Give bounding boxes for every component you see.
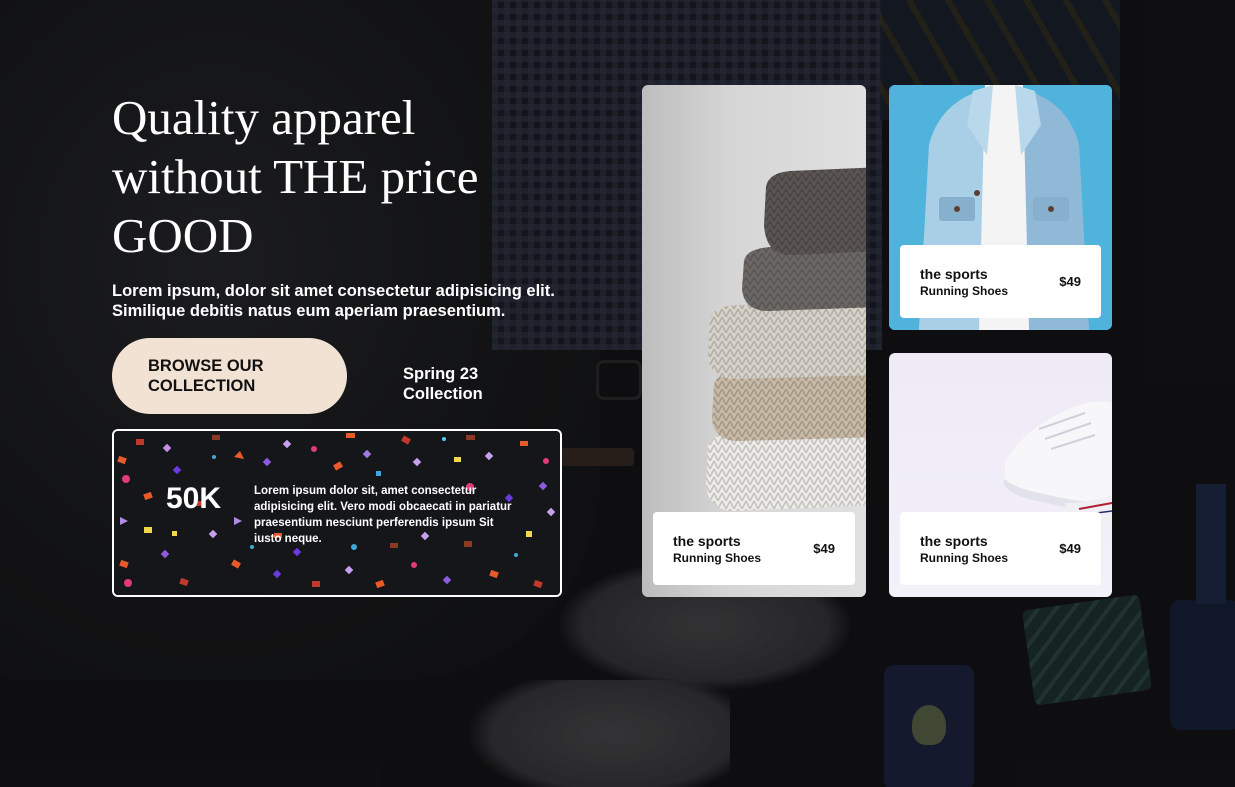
product-price: $49 bbox=[813, 541, 835, 556]
stats-description: Lorem ipsum dolor sit, amet consectetur … bbox=[254, 485, 512, 545]
product-price: $49 bbox=[1059, 274, 1081, 289]
hero-title: Quality apparel without THE price GOOD bbox=[112, 90, 479, 263]
product-title: the sports bbox=[920, 533, 988, 549]
product-title: the sports bbox=[673, 533, 741, 549]
browse-collection-button[interactable]: BROWSE OUR COLLECTION bbox=[112, 338, 347, 414]
product-info: the sports Running Shoes $49 bbox=[900, 512, 1101, 585]
product-info: the sports Running Shoes $49 bbox=[900, 245, 1101, 318]
stats-number: 50K bbox=[166, 482, 222, 515]
product-card[interactable]: the sports Running Shoes $49 bbox=[642, 85, 866, 597]
hero-subtitle: Lorem ipsum, dolor sit amet consectetur … bbox=[112, 282, 555, 320]
product-subtitle: Running Shoes bbox=[920, 284, 1008, 298]
product-subtitle: Running Shoes bbox=[920, 551, 1008, 565]
product-card[interactable]: the sports Running Shoes $49 bbox=[889, 85, 1112, 330]
collection-label[interactable]: Spring 23 Collection bbox=[403, 364, 543, 404]
product-card[interactable]: the sports Running Shoes $49 bbox=[889, 353, 1112, 597]
stats-card: 50K Lorem ipsum dolor sit, amet consecte… bbox=[112, 429, 562, 597]
product-price: $49 bbox=[1059, 541, 1081, 556]
product-title: the sports bbox=[920, 266, 988, 282]
product-subtitle: Running Shoes bbox=[673, 551, 761, 565]
product-info: the sports Running Shoes $49 bbox=[653, 512, 855, 585]
